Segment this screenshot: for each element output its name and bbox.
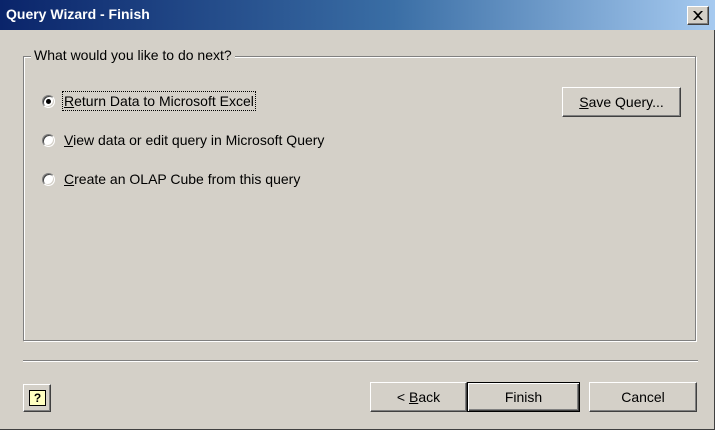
query-wizard-dialog: Query Wizard - Finish What would you lik… (0, 0, 715, 430)
option-view-edit-query[interactable]: View data or edit query in Microsoft Que… (42, 129, 324, 151)
radio-return-data[interactable] (42, 94, 55, 108)
button-label: < Back (396, 389, 441, 405)
save-query-button[interactable]: Save Query... (562, 87, 681, 117)
window-title: Query Wizard - Finish (6, 6, 150, 22)
close-button[interactable] (687, 6, 709, 25)
radio-view-edit-query[interactable] (42, 133, 55, 147)
title-bar[interactable]: Query Wizard - Finish (0, 0, 715, 30)
cancel-button[interactable]: Cancel (589, 382, 697, 412)
finish-button[interactable]: Finish (467, 382, 580, 412)
radio-create-olap-cube[interactable] (42, 172, 55, 186)
button-label: Save Query... (579, 94, 664, 110)
option-return-data[interactable]: Return Data to Microsoft Excel (42, 90, 256, 112)
button-label: Cancel (621, 389, 665, 405)
option-label: View data or edit query in Microsoft Que… (64, 132, 325, 148)
option-label: Create an OLAP Cube from this query (64, 171, 301, 187)
close-icon (693, 11, 703, 20)
help-button[interactable]: ? (23, 384, 51, 412)
option-label: Return Data to Microsoft Excel (62, 91, 256, 111)
help-icon: ? (29, 390, 46, 406)
back-button[interactable]: < Back (370, 382, 467, 412)
separator (23, 360, 698, 362)
button-label: Finish (504, 389, 543, 405)
group-legend: What would you like to do next? (31, 47, 235, 63)
option-create-olap-cube[interactable]: Create an OLAP Cube from this query (42, 168, 300, 190)
